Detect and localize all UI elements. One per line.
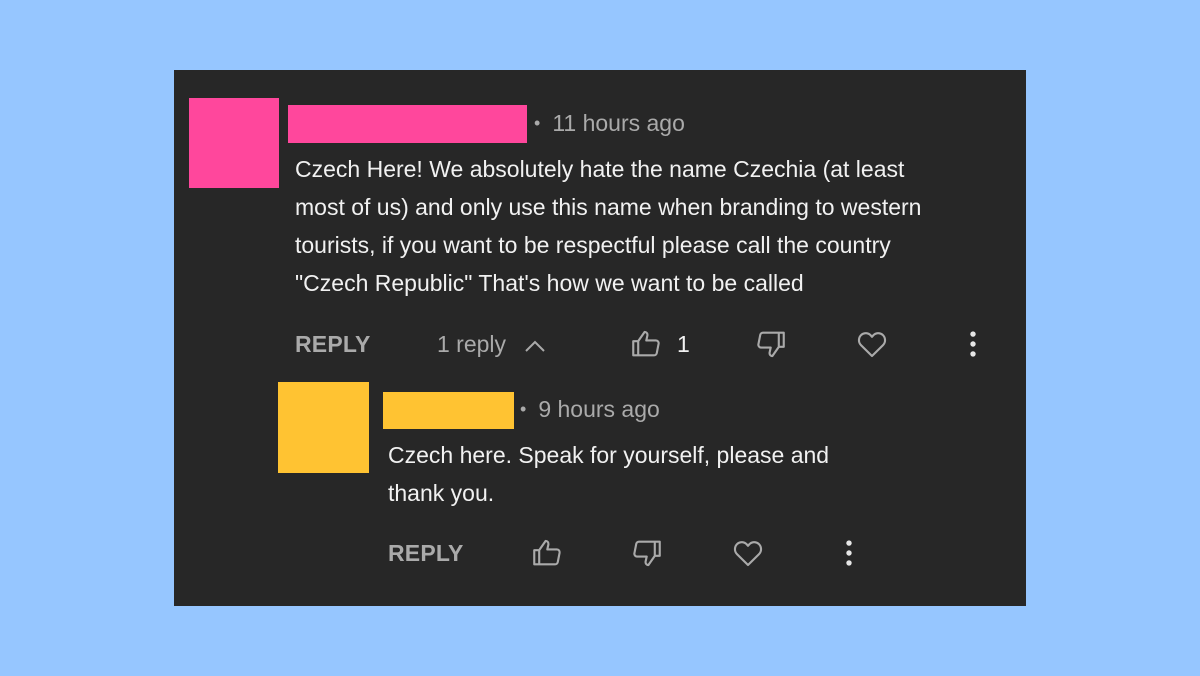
heart-icon [733, 541, 763, 567]
thumb-up-icon [632, 330, 660, 357]
heart-icon [857, 332, 887, 358]
like-button[interactable] [629, 327, 663, 361]
reply-author-name-redacted[interactable] [383, 392, 514, 429]
reply-meta: • 9 hours ago [520, 395, 660, 423]
reply-button[interactable]: REPLY [295, 324, 371, 364]
reply-like-button[interactable] [530, 536, 564, 570]
replies-toggle[interactable]: 1 reply [437, 324, 546, 364]
reply-heart-button[interactable] [731, 536, 765, 570]
like-count: 1 [677, 331, 690, 357]
more-vertical-icon [846, 540, 852, 566]
separator-dot: • [534, 113, 541, 133]
reply-dislike-button[interactable] [630, 536, 664, 570]
reply-text: Czech here. Speak for yourself, please a… [388, 442, 830, 506]
reply-reply-button[interactable]: REPLY [388, 533, 464, 573]
comment-meta: • 11 hours ago [534, 109, 685, 137]
more-vertical-icon [970, 331, 976, 357]
commenter-name-redacted[interactable] [288, 105, 527, 143]
commenter-avatar[interactable] [189, 98, 279, 188]
comment-timestamp[interactable]: 11 hours ago [552, 110, 685, 136]
reply-avatar[interactable] [278, 382, 369, 473]
chevron-up-icon [525, 340, 545, 352]
reply-timestamp[interactable]: 9 hours ago [538, 396, 659, 422]
separator-dot: • [520, 399, 527, 419]
thumb-up-icon [533, 539, 561, 566]
thumb-down-icon [633, 540, 661, 567]
replies-toggle-label: 1 reply [437, 331, 507, 357]
dislike-button[interactable] [754, 327, 788, 361]
reply-more-actions-button[interactable] [832, 536, 866, 570]
heart-button[interactable] [855, 327, 889, 361]
comment-card: • 11 hours ago Czech Here! We absolutely … [174, 70, 1026, 606]
comment-text: Czech Here! We absolutely hate the name … [295, 156, 922, 296]
more-actions-button[interactable] [956, 327, 990, 361]
thumb-down-icon [757, 331, 785, 358]
